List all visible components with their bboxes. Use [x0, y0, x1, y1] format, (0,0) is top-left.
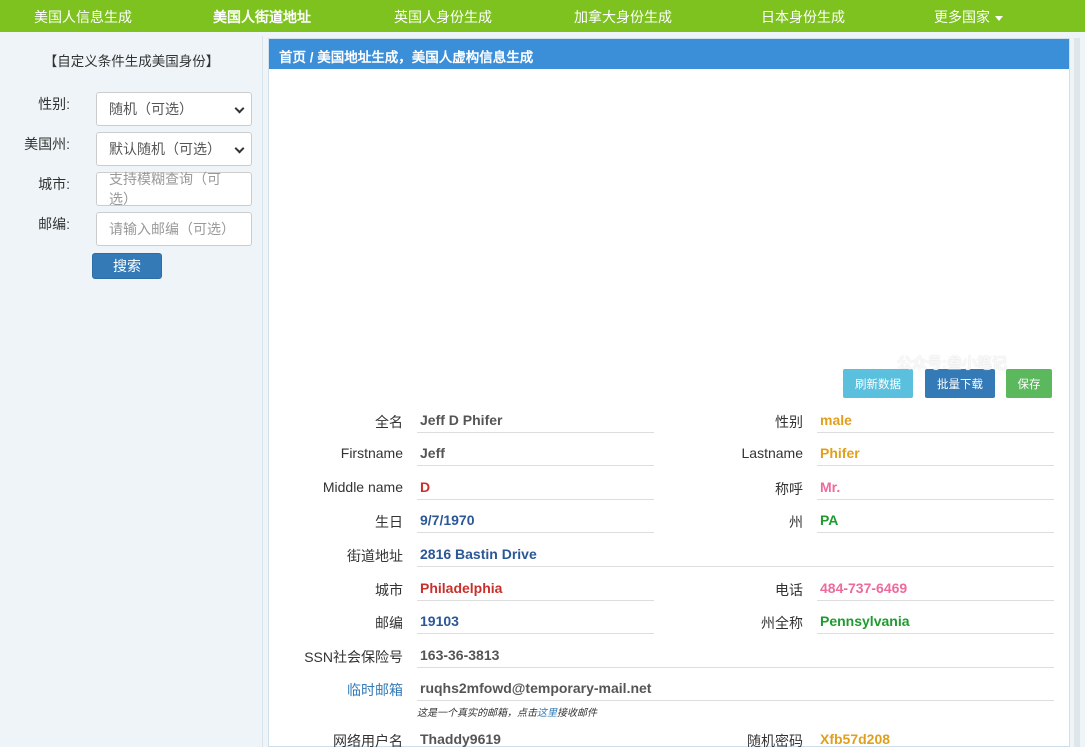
- street-value: 2816 Bastin Drive: [417, 542, 1054, 567]
- top-navbar: 美国人信息生成 美国人街道地址 英国人身份生成 加拿大身份生成 日本身份生成 更…: [0, 0, 1085, 32]
- state-select[interactable]: 默认随机（可选）: [96, 132, 252, 166]
- ssn-value: 163-36-3813: [417, 643, 1054, 668]
- state-value: PA: [817, 508, 1054, 533]
- firstname-label: Firstname: [340, 445, 403, 461]
- sidebar-title: 【自定义条件生成美国身份】: [43, 54, 220, 69]
- gender-field-label: 性别: [775, 414, 803, 430]
- password-value: Xfb57d208: [817, 727, 1054, 747]
- gender-select[interactable]: 随机（可选）: [96, 92, 252, 126]
- password-label: 随机密码: [747, 733, 803, 747]
- ssn-label: SSN社会保险号: [304, 649, 403, 665]
- nav-japan-identity[interactable]: 日本身份生成: [761, 7, 845, 27]
- zip-label: 邮编:: [38, 216, 70, 232]
- caret-down-icon: [995, 15, 1003, 21]
- birthday-value: 9/7/1970: [417, 508, 654, 533]
- zip-field-label: 邮编: [375, 615, 403, 631]
- temp-email-label[interactable]: 临时邮箱: [347, 680, 403, 700]
- email-note-pre: 这是一个真实的邮箱，点击: [417, 708, 537, 719]
- gender-label: 性别:: [38, 96, 70, 112]
- statefull-label: 州全称: [761, 615, 803, 631]
- gender-value: male: [817, 408, 1054, 433]
- firstname-value: Jeff: [417, 441, 654, 466]
- main-panel: 首页 / 美国地址生成，美国人虚构信息生成 刷新数据 批量下载 保存 公众号:叁…: [268, 38, 1070, 747]
- middlename-label: Middle name: [322, 479, 403, 495]
- city-field-label: 城市: [375, 582, 403, 598]
- nav-us-info[interactable]: 美国人信息生成: [34, 7, 132, 27]
- nav-canada-identity[interactable]: 加拿大身份生成: [574, 7, 672, 27]
- city-value: Philadelphia: [417, 576, 654, 601]
- phone-value: 484-737-6469: [817, 576, 1054, 601]
- fullname-value: Jeff D Phifer: [417, 408, 654, 433]
- state-field-label: 州: [789, 514, 803, 530]
- chevron-down-icon: [234, 143, 245, 154]
- sidebar-filter-panel: 【自定义条件生成美国身份】 性别: 随机（可选） 美国州: 默认随机（可选） 城…: [0, 36, 263, 747]
- username-label: 网络用户名: [333, 733, 403, 747]
- email-note: 这是一个真实的邮箱，点击这里接收邮件: [417, 704, 597, 719]
- nav-more-label: 更多国家: [934, 9, 990, 25]
- page-scrollbar[interactable]: [1074, 38, 1080, 747]
- nav-uk-identity[interactable]: 英国人身份生成: [394, 7, 492, 27]
- lastname-value: Phifer: [817, 441, 1054, 466]
- middlename-value: D: [417, 475, 654, 500]
- zip-input[interactable]: 请输入邮编（可选）: [96, 212, 252, 246]
- email-receive-link[interactable]: 这里: [537, 708, 557, 719]
- username-value: Thaddy9619: [417, 727, 654, 747]
- temp-email-value: ruqhs2mfowd@temporary-mail.net: [417, 676, 1054, 701]
- state-label: 美国州:: [24, 136, 70, 152]
- state-select-value: 默认随机（可选）: [109, 141, 221, 157]
- statefull-value: Pennsylvania: [817, 609, 1054, 634]
- refresh-data-button[interactable]: 刷新数据: [843, 369, 913, 398]
- breadcrumb: 首页 / 美国地址生成，美国人虚构信息生成: [269, 39, 1069, 69]
- title-label: 称呼: [775, 481, 803, 497]
- zip-value: 19103: [417, 609, 654, 634]
- title-value: Mr.: [817, 475, 1054, 500]
- city-label: 城市:: [38, 176, 70, 192]
- fullname-label: 全名: [375, 414, 403, 430]
- lastname-label: Lastname: [741, 445, 803, 461]
- birthday-label: 生日: [375, 514, 403, 530]
- gender-select-value: 随机（可选）: [109, 101, 193, 117]
- chevron-down-icon: [234, 103, 245, 114]
- street-label: 街道地址: [347, 548, 403, 564]
- city-input[interactable]: 支持模糊查询（可选）: [96, 171, 252, 207]
- watermark: 公众号:叁小笔记: [897, 355, 1007, 372]
- nav-us-street-address[interactable]: 美国人街道地址: [213, 7, 311, 27]
- email-note-post: 接收邮件: [557, 708, 597, 719]
- search-button[interactable]: 搜索: [92, 253, 162, 279]
- batch-download-button[interactable]: 批量下载: [925, 369, 995, 398]
- phone-label: 电话: [775, 582, 803, 598]
- nav-more-countries[interactable]: 更多国家: [934, 7, 1003, 27]
- save-button[interactable]: 保存: [1006, 369, 1052, 398]
